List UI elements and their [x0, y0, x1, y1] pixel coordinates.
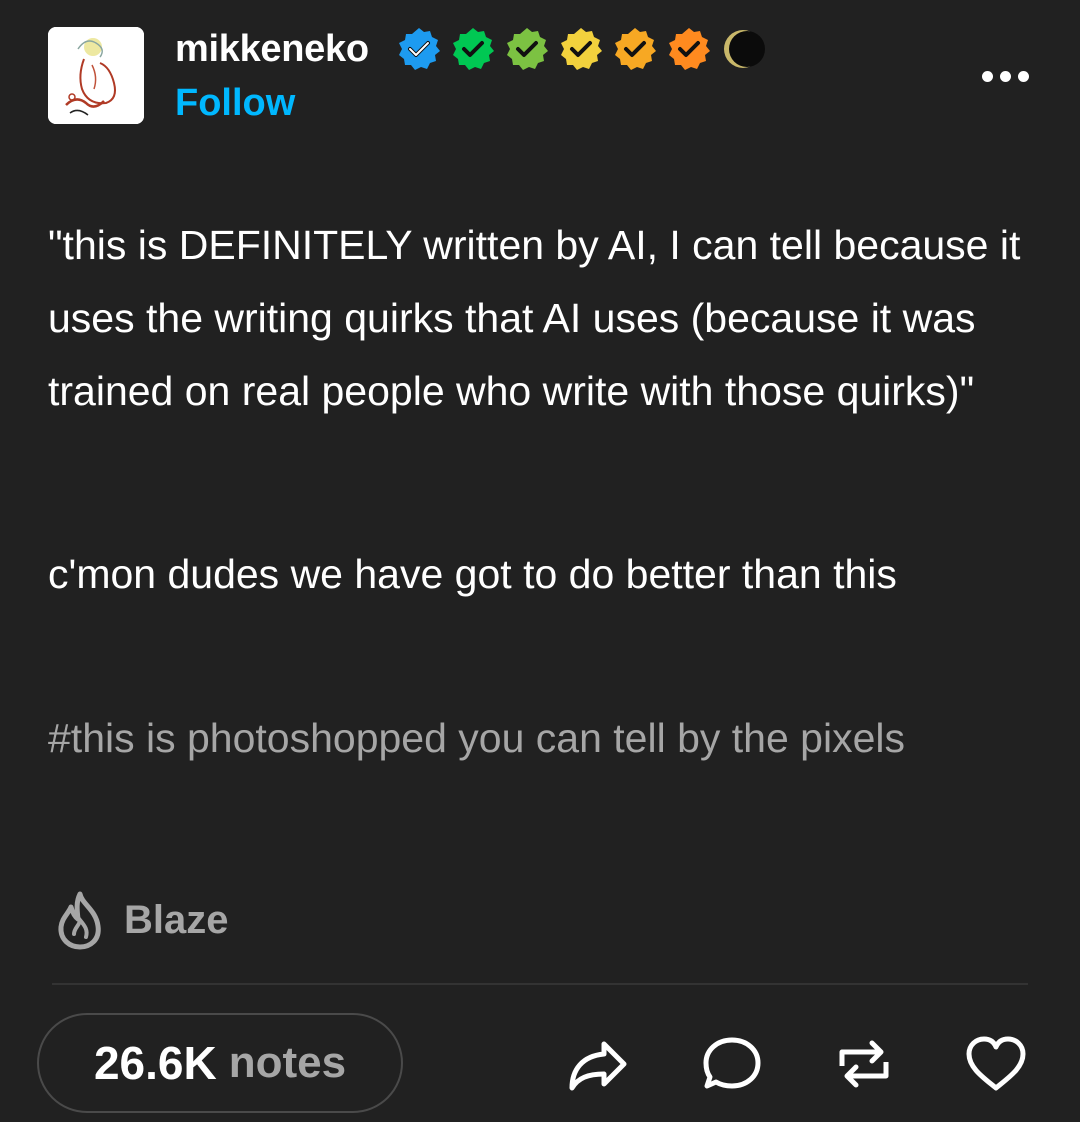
- post-tags[interactable]: #this is photoshopped you can tell by th…: [48, 704, 1038, 772]
- like-button[interactable]: [964, 1032, 1028, 1096]
- verified-badge-icon: [561, 28, 602, 70]
- badge-row: [396, 26, 766, 72]
- verified-badge-icon: [453, 28, 494, 70]
- reply-button[interactable]: [700, 1032, 764, 1096]
- verified-badge-icon: [669, 28, 710, 70]
- username[interactable]: mikkeneko: [175, 26, 369, 72]
- verified-badge-icon: [399, 28, 440, 70]
- more-dot: [1000, 70, 1011, 82]
- avatar[interactable]: [48, 27, 144, 124]
- share-arrow-icon: [569, 1041, 627, 1091]
- blaze-label: Blaze: [124, 897, 229, 942]
- post-paragraph: c'mon dudes we have got to do better tha…: [48, 551, 897, 597]
- share-button[interactable]: [566, 1032, 630, 1096]
- follow-button[interactable]: Follow: [175, 80, 295, 126]
- crescent-moon-badge-icon: [724, 30, 765, 68]
- notes-count: 26.6K: [93, 1037, 217, 1089]
- notes-button[interactable]: 26.6K notes: [37, 1013, 403, 1113]
- speech-bubble-icon: [703, 1037, 761, 1089]
- notes-label: notes: [228, 1038, 347, 1087]
- verified-badge-icon: [615, 28, 656, 70]
- more-dot: [982, 70, 993, 82]
- verified-badge-icon: [507, 28, 548, 70]
- more-dots-icon[interactable]: [982, 64, 1034, 88]
- more-dot: [1018, 70, 1029, 82]
- flame-icon: [58, 891, 101, 950]
- post-paragraph: "this is DEFINITELY written by AI, I can…: [48, 222, 1021, 414]
- blaze-button[interactable]: Blaze: [52, 888, 229, 952]
- reblog-icon: [839, 1040, 889, 1088]
- sketch-cat-avatar-icon: [48, 27, 144, 124]
- heart-icon: [966, 1036, 1026, 1091]
- footer-divider: [52, 983, 1028, 985]
- reblog-button[interactable]: [832, 1032, 896, 1096]
